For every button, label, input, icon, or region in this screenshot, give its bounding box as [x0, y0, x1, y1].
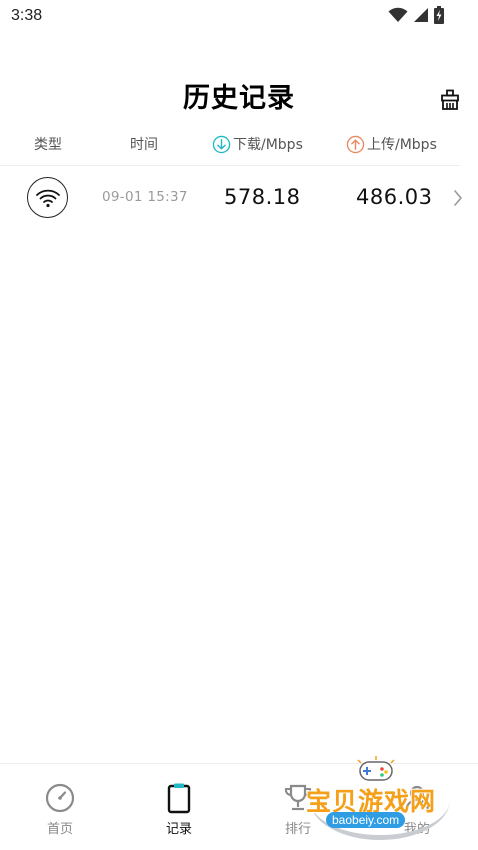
cell-signal-icon: [414, 8, 428, 22]
record-time: 09-01 15:37: [102, 189, 188, 205]
status-time: 3:38: [11, 7, 43, 24]
tab-records-label: 记录: [165, 822, 192, 837]
status-bar: 3:38: [0, 0, 478, 34]
battery-charging-icon: [434, 6, 444, 24]
header: 历史记录: [0, 70, 478, 120]
tab-home[interactable]: 首页: [0, 764, 120, 850]
status-icons: [388, 6, 444, 24]
chevron-right-icon: [454, 190, 462, 206]
broom-icon: [441, 89, 459, 110]
tab-ranking[interactable]: 排行: [238, 764, 358, 850]
tab-home-label: 首页: [46, 822, 73, 837]
trophy-icon: [284, 784, 312, 811]
tab-mine-label: 我的: [403, 822, 430, 837]
column-time: 时间: [130, 137, 158, 153]
speedometer-icon: [45, 783, 75, 813]
record-upload: 486.03: [356, 185, 433, 209]
record-row[interactable]: 09-01 15:37 578.18 486.03: [0, 166, 478, 230]
bottom-tab-bar: 首页 记录 排行 我的: [0, 763, 478, 850]
tab-ranking-label: 排行: [284, 822, 311, 837]
column-upload-label: 上传/Mbps: [367, 137, 437, 153]
page-title: 历史记录: [183, 83, 295, 114]
upload-arrow-icon: [346, 135, 365, 153]
wifi-icon: [35, 189, 60, 207]
column-upload: 上传/Mbps: [346, 134, 437, 154]
wifi-signal-icon: [388, 7, 408, 22]
column-download: 下载/Mbps: [212, 134, 303, 154]
network-type-badge: [27, 177, 68, 218]
clear-history-button[interactable]: [438, 88, 462, 112]
tab-mine[interactable]: 我的: [357, 764, 477, 850]
column-headers: 类型 时间 下载/Mbps 上传/Mbps: [0, 128, 478, 158]
tab-records[interactable]: 记录: [119, 764, 239, 850]
record-download: 578.18: [224, 185, 301, 209]
column-download-label: 下载/Mbps: [233, 137, 303, 153]
column-type: 类型: [34, 137, 62, 153]
download-arrow-icon: [212, 135, 231, 153]
user-icon: [404, 785, 430, 812]
clipboard-icon: [167, 783, 191, 814]
